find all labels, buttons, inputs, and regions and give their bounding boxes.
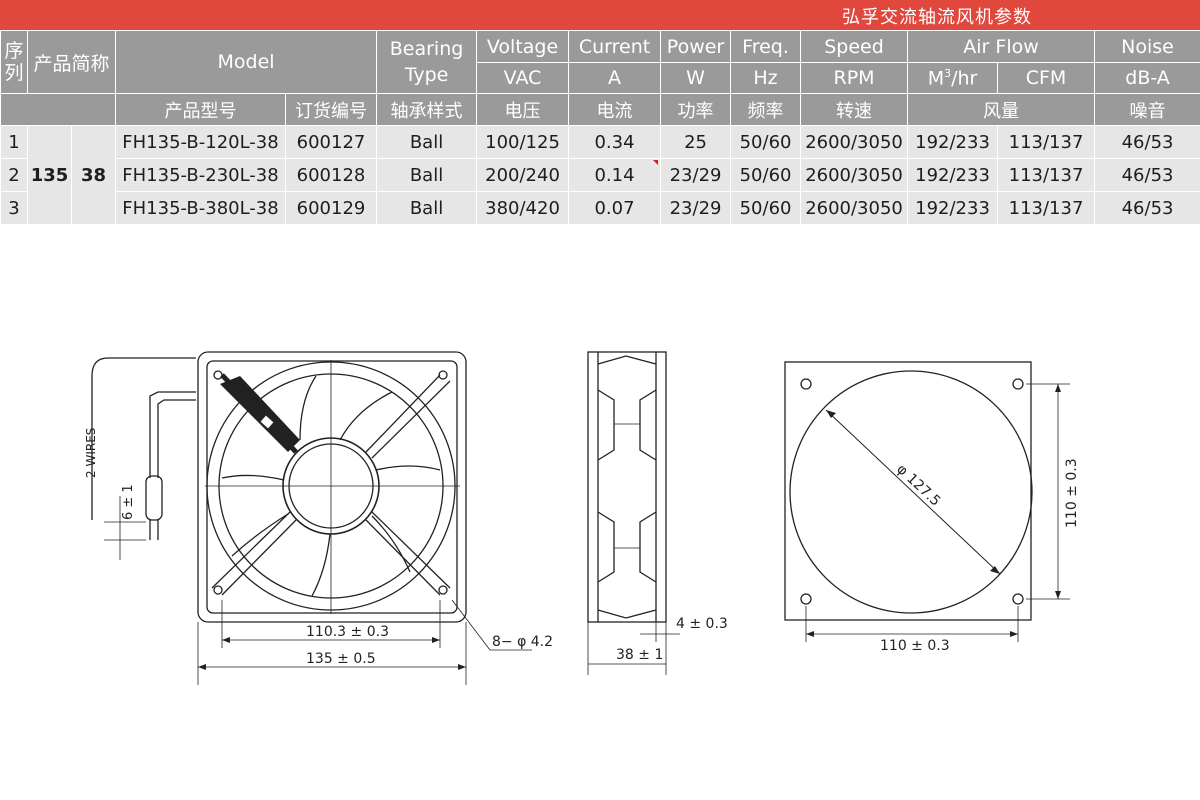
cn-noise-header: 噪音 xyxy=(1094,93,1200,126)
row-cfm: 113/137 xyxy=(997,158,1096,192)
row-freq: 50/60 xyxy=(730,158,802,192)
row-m3hr: 192/233 xyxy=(907,125,999,159)
wires-label: 2 WIRES xyxy=(84,428,98,478)
cn-voltage-header: 电压 xyxy=(476,93,570,126)
unit-dba: dB-A xyxy=(1094,62,1200,94)
row-current: 0.34 xyxy=(568,125,662,159)
row-no: 2 xyxy=(0,158,28,192)
flange-label: 4 ± 0.3 xyxy=(676,616,728,632)
row-current: 0.14 xyxy=(568,158,662,192)
row-freq: 50/60 xyxy=(730,125,802,159)
abbr-size: 135 xyxy=(27,125,72,225)
unit-w: W xyxy=(660,62,732,94)
rear-circle xyxy=(789,370,1033,614)
unit-hz: Hz xyxy=(730,62,802,94)
header-row-3: 产品型号 订货编号 轴承样式 电压 电流 功率 频率 转速 风量 噪音 xyxy=(0,93,1200,126)
table-row: 2 FH135-B-230L-38 600128 Ball 200/240 0.… xyxy=(0,158,1200,192)
cn-freq-header: 频率 xyxy=(730,93,802,126)
row-bearing: Ball xyxy=(376,158,478,192)
airflow-header: Air Flow xyxy=(907,30,1096,63)
side-view xyxy=(587,351,680,675)
outer-width-label: 135 ± 0.5 xyxy=(306,651,376,667)
abbr-thickness: 38 xyxy=(70,125,117,225)
row-no: 1 xyxy=(0,125,28,159)
cn-model-header: 产品型号 xyxy=(115,93,287,126)
table-row: 1 135 38 FH135-B-120L-38 600127 Ball 100… xyxy=(0,125,1200,225)
row-power: 25 xyxy=(660,125,732,159)
row-no: 3 xyxy=(0,191,28,225)
speed-header: Speed xyxy=(800,30,909,63)
voltage-header: Voltage xyxy=(476,30,570,63)
cn-power-header: 功率 xyxy=(660,93,732,126)
rear-height-label: 110 ± 0.3 xyxy=(1064,458,1080,528)
cn-airflow-header: 风量 xyxy=(907,93,1096,126)
row-noise: 46/53 xyxy=(1094,158,1200,192)
row-order: 600127 xyxy=(285,125,378,159)
row-order: 600128 xyxy=(285,158,378,192)
cn-bearing-header: 轴承样式 xyxy=(376,93,478,126)
current-header: Current xyxy=(568,30,662,63)
seq-header: 序列 xyxy=(0,30,28,94)
unit-cfm: CFM xyxy=(997,62,1096,94)
banner-title: 弘孚交流轴流风机参数 xyxy=(842,7,1032,28)
cn-speed-header: 转速 xyxy=(800,93,909,126)
bearing-header: Bearing Type xyxy=(376,30,478,94)
power-header: Power xyxy=(660,30,732,63)
noise-header: Noise xyxy=(1094,30,1200,63)
freq-header: Freq. xyxy=(730,30,802,63)
row-speed: 2600/3050 xyxy=(800,191,909,225)
row-order: 600129 xyxy=(285,191,378,225)
table-row: 3 FH135-B-380L-38 600129 Ball 380/420 0.… xyxy=(0,191,1200,225)
fan-drawings: 2 WIRES 6 ± 1 110.3 ± 0.3 135 ± 0.5 8− φ… xyxy=(84,351,1080,685)
row-model: FH135-B-380L-38 xyxy=(115,191,287,225)
row-cfm: 113/137 xyxy=(997,125,1096,159)
model-header: Model xyxy=(115,30,378,94)
row-model: FH135-B-120L-38 xyxy=(115,125,287,159)
row-m3hr: 192/233 xyxy=(907,191,999,225)
row-noise: 46/53 xyxy=(1094,191,1200,225)
wire-dim-label: 6 ± 1 xyxy=(121,484,136,520)
inner-width-label: 110.3 ± 0.3 xyxy=(306,624,389,640)
row-voltage: 200/240 xyxy=(476,158,570,192)
row-model: FH135-B-230L-38 xyxy=(115,158,287,192)
row-bearing: Ball xyxy=(376,191,478,225)
cn-order-header: 订货编号 xyxy=(285,93,378,126)
header-row-1: 序列 产品简称 Model Bearing Type Voltage Curren… xyxy=(0,30,1200,94)
unit-rpm: RPM xyxy=(800,62,909,94)
row-voltage: 100/125 xyxy=(476,125,570,159)
row-speed: 2600/3050 xyxy=(800,125,909,159)
spec-table: 序列 产品简称 Model Bearing Type Voltage Curren… xyxy=(0,30,1200,225)
unit-vac: VAC xyxy=(476,62,570,94)
diameter-label: φ 127.5 xyxy=(893,461,943,509)
row-m3hr: 192/233 xyxy=(907,158,999,192)
rear-outline xyxy=(784,361,1032,621)
depth-label: 38 ± 1 xyxy=(616,647,663,663)
row-freq: 50/60 xyxy=(730,191,802,225)
rear-width-label: 110 ± 0.3 xyxy=(880,638,950,654)
row-speed: 2600/3050 xyxy=(800,158,909,192)
unit-m3hr: M3/hr xyxy=(907,62,999,94)
row-noise: 46/53 xyxy=(1094,125,1200,159)
holes-label: 8− φ 4.2 xyxy=(492,634,553,650)
row-power: 23/29 xyxy=(660,191,732,225)
unit-a: A xyxy=(568,62,662,94)
row-voltage: 380/420 xyxy=(476,191,570,225)
title-banner: 弘孚交流轴流风机参数 xyxy=(0,0,1200,30)
cn-blank xyxy=(0,93,117,126)
row-power: 23/29 xyxy=(660,158,732,192)
row-cfm: 113/137 xyxy=(997,191,1096,225)
abbr-header: 产品简称 xyxy=(26,30,117,94)
cn-current-header: 电流 xyxy=(568,93,662,126)
row-current: 0.07 xyxy=(568,191,662,225)
row-bearing: Ball xyxy=(376,125,478,159)
